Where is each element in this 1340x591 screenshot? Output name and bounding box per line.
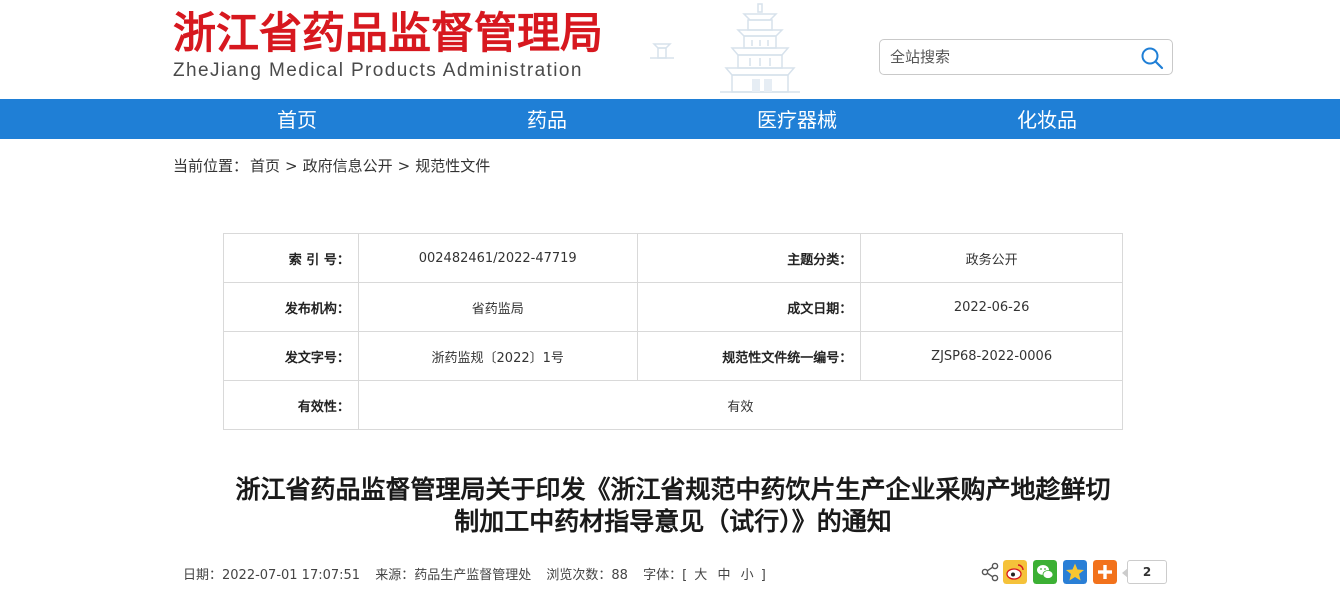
font-size-medium-button[interactable]: 中 xyxy=(717,568,730,583)
date-label: 成文日期： xyxy=(636,282,862,332)
breadcrumb: 当前位置： 首页 > 政府信息公开 > 规范性文件 xyxy=(173,155,490,176)
wechat-icon[interactable] xyxy=(1033,560,1057,584)
view-count: 浏览次数：88 xyxy=(546,568,628,583)
docno-value: 浙药监规〔2022〕1号 xyxy=(357,331,638,381)
docno-label: 发文字号： xyxy=(223,331,359,381)
code-label: 规范性文件统一编号： xyxy=(636,331,862,381)
article-title-line2: 制加工中药材指导意见（试行）》的通知 xyxy=(454,507,892,536)
search-input[interactable] xyxy=(890,46,1130,68)
category-value: 政务公开 xyxy=(860,233,1123,283)
code-value: ZJSP68-2022-0006 xyxy=(860,331,1123,381)
publisher-value: 省药监局 xyxy=(357,282,638,332)
nav-item-cosmetics[interactable]: 化妆品 xyxy=(957,99,1137,139)
more-icon[interactable] xyxy=(1093,560,1117,584)
validity-label: 有效性： xyxy=(223,380,359,430)
site-title-cn: 浙江省药品监督管理局 xyxy=(173,9,603,59)
search-icon[interactable] xyxy=(1140,46,1164,70)
breadcrumb-separator: > xyxy=(397,157,411,175)
font-size-close: ] xyxy=(760,568,766,583)
index-label: 索 引 号： xyxy=(223,233,359,283)
site-title-en: ZheJiang Medical Products Administration xyxy=(173,60,583,81)
category-label: 主题分类： xyxy=(636,233,862,283)
font-size-label: 字体：[ xyxy=(643,568,688,583)
article-source: 来源：药品生产监督管理处 xyxy=(375,568,532,583)
breadcrumb-gov-info[interactable]: 政府信息公开 xyxy=(303,157,393,175)
pagoda-illustration xyxy=(650,3,800,93)
share-count: 2 xyxy=(1122,560,1167,584)
search-box xyxy=(879,39,1173,75)
share-icon[interactable] xyxy=(980,560,1000,584)
site-header: 浙江省药品监督管理局 ZheJiang Medical Products Adm… xyxy=(0,0,1340,99)
breadcrumb-home[interactable]: 首页 xyxy=(250,157,280,175)
breadcrumb-prefix: 当前位置： xyxy=(173,157,249,175)
index-value: 002482461/2022-47719 xyxy=(357,233,638,283)
nav-item-devices[interactable]: 医疗器械 xyxy=(707,99,887,139)
publish-date: 日期：2022-07-01 17:07:51 xyxy=(183,568,361,583)
table-row: 有效性： 有效 xyxy=(223,380,1124,430)
breadcrumb-normative-docs[interactable]: 规范性文件 xyxy=(415,157,490,175)
font-size-large-button[interactable]: 大 xyxy=(694,568,707,583)
breadcrumb-separator: > xyxy=(285,157,298,175)
qzone-icon[interactable] xyxy=(1063,560,1087,584)
article-title-line1: 浙江省药品监督管理局关于印发《浙江省规范中药饮片生产企业采购产地趁鲜切 xyxy=(235,475,1111,504)
table-row: 发布机构： 省药监局 成文日期： 2022-06-26 xyxy=(223,282,1123,332)
article-meta: 日期：2022-07-01 17:07:51 来源：药品生产监督管理处 浏览次数… xyxy=(183,564,766,583)
weibo-icon[interactable] xyxy=(1003,560,1027,584)
date-value: 2022-06-26 xyxy=(860,282,1123,332)
validity-value: 有效 xyxy=(357,380,1124,430)
document-info-table: 索 引 号： 002482461/2022-47719 主题分类： 政务公开 发… xyxy=(223,233,1124,430)
main-nav: 首页 药品 医疗器械 化妆品 xyxy=(0,99,1340,139)
nav-item-home[interactable]: 首页 xyxy=(207,99,387,139)
article-title: 浙江省药品监督管理局关于印发《浙江省规范中药饮片生产企业采购产地趁鲜切 制加工中… xyxy=(173,474,1173,538)
nav-item-drugs[interactable]: 药品 xyxy=(457,99,637,139)
font-size-small-button[interactable]: 小 xyxy=(741,568,754,583)
table-row: 索 引 号： 002482461/2022-47719 主题分类： 政务公开 xyxy=(223,233,1123,283)
publisher-label: 发布机构： xyxy=(223,282,359,332)
site-logo[interactable]: 浙江省药品监督管理局 ZheJiang Medical Products Adm… xyxy=(173,10,603,82)
table-row: 发文字号： 浙药监规〔2022〕1号 规范性文件统一编号： ZJSP68-202… xyxy=(223,331,1123,381)
